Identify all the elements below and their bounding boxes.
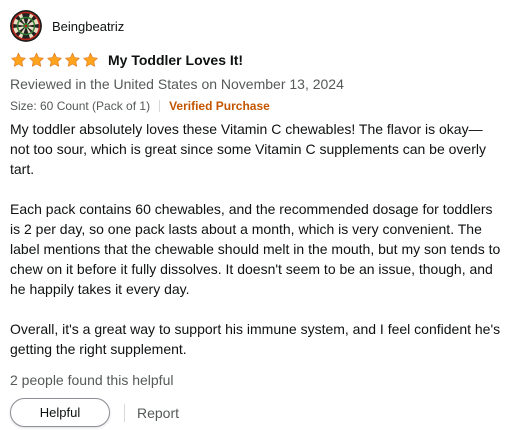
review-title[interactable]: My Toddler Loves It!: [108, 52, 243, 68]
verified-purchase-badge: Verified Purchase: [169, 99, 270, 113]
helpful-count: 2 people found this helpful: [10, 372, 174, 388]
star-rating[interactable]: [10, 52, 100, 68]
actions-divider: [124, 403, 125, 422]
reviewer-name[interactable]: Beingbeatriz: [52, 19, 124, 34]
reviewer-profile[interactable]: Beingbeatriz: [10, 10, 510, 42]
star-icon: [11, 52, 26, 67]
review-paragraph: Each pack contains 60 chewables, and the…: [10, 201, 501, 297]
star-icon: [29, 52, 44, 67]
report-link[interactable]: Report: [137, 405, 179, 421]
review-paragraph: Overall, it's a great way to support his…: [10, 321, 501, 357]
star-icon: [65, 52, 80, 67]
review-paragraph: My toddler absolutely loves these Vitami…: [10, 121, 486, 177]
helpful-button[interactable]: Helpful: [10, 398, 110, 427]
star-icon: [83, 52, 98, 67]
review-meta: Size: 60 Count (Pack of 1) Verified Purc…: [10, 98, 510, 114]
meta-divider: [159, 100, 161, 112]
review-title-row: My Toddler Loves It!: [10, 51, 510, 69]
dartboard-avatar-icon[interactable]: [10, 10, 42, 42]
review-body: My toddler absolutely loves these Vitami…: [10, 119, 502, 359]
customer-review: Beingbeatriz My Toddler Loves It! Review…: [10, 10, 510, 428]
review-actions: Helpful Report: [10, 397, 510, 428]
review-date: Reviewed in the United States on Novembe…: [10, 76, 344, 92]
product-format[interactable]: Size: 60 Count (Pack of 1): [10, 98, 150, 114]
star-icon: [47, 52, 62, 67]
